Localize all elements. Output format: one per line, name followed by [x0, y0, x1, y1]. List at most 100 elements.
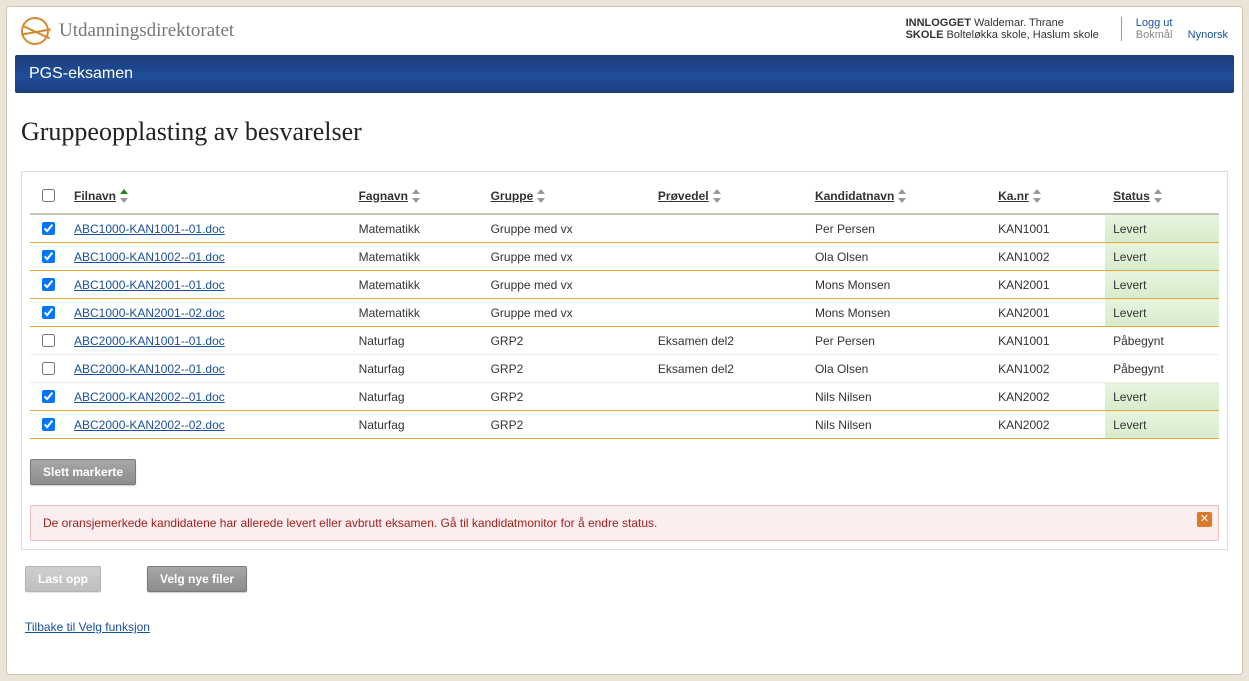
cell-part: [650, 214, 807, 243]
table-row: ABC1000-KAN2001--01.docMatematikkGruppe …: [30, 271, 1219, 299]
sort-icon: [537, 190, 545, 202]
app-title: PGS-eksamen: [29, 65, 133, 82]
cell-candidate: Mons Monsen: [807, 271, 990, 299]
row-checkbox[interactable]: [42, 306, 55, 319]
cell-candidate: Nils Nilsen: [807, 411, 990, 439]
cell-subject: Naturfag: [351, 411, 483, 439]
sort-icon: [120, 190, 128, 202]
table-row: ABC1000-KAN1001--01.doc MatematikkGruppe …: [30, 214, 1219, 243]
cell-status: Levert: [1105, 411, 1219, 439]
col-part[interactable]: Prøvedel: [650, 180, 807, 214]
cell-group: GRP2: [483, 411, 650, 439]
file-link[interactable]: ABC2000-KAN2002--01.doc: [74, 390, 225, 404]
col-status[interactable]: Status: [1105, 180, 1219, 214]
col-filename[interactable]: Filnavn: [66, 180, 351, 214]
col-subject[interactable]: Fagnavn: [351, 180, 483, 214]
cell-subject: Matematikk: [351, 271, 483, 299]
alert-text: De oransjemerkede kandidatene har allere…: [43, 516, 657, 530]
cell-status: Levert: [1105, 214, 1219, 243]
lang-current: Bokmål: [1136, 29, 1173, 41]
cell-group: GRP2: [483, 383, 650, 411]
table-buttons: Slett markerte: [30, 459, 1219, 485]
user-name: Waldemar. Thrane: [974, 17, 1064, 29]
cell-subject: Naturfag: [351, 383, 483, 411]
cell-status: Levert: [1105, 383, 1219, 411]
row-checkbox[interactable]: [42, 362, 55, 375]
delete-selected-button[interactable]: Slett markerte: [30, 459, 136, 485]
cell-candidate: Ola Olsen: [807, 243, 990, 271]
table-row: ABC2000-KAN2002--02.doc NaturfagGRP2 Nils …: [30, 411, 1219, 439]
row-checkbox[interactable]: [42, 222, 55, 235]
row-checkbox[interactable]: [42, 250, 55, 263]
table-panel: Filnavn Fagnavn Gruppe Prøvedel Kandidat…: [21, 171, 1228, 550]
cell-candno: KAN1002: [990, 243, 1105, 271]
cell-part: Eksamen del2: [650, 355, 807, 383]
table-row: ABC2000-KAN1002--01.docNaturfagGRP2Eksam…: [30, 355, 1219, 383]
col-candno[interactable]: Ka.nr: [990, 180, 1105, 214]
table-row: ABC1000-KAN2001--02.docMatematikkGruppe …: [30, 299, 1219, 327]
file-link[interactable]: ABC1000-KAN1001--01.doc: [74, 222, 225, 236]
cell-group: Gruppe med vx: [483, 214, 650, 243]
file-link[interactable]: ABC2000-KAN2002--02.doc: [74, 418, 225, 432]
cell-candno: KAN1001: [990, 214, 1105, 243]
cell-part: Eksamen del2: [650, 327, 807, 355]
cell-group: GRP2: [483, 355, 650, 383]
back-link[interactable]: Tilbake til Velg funksjon: [25, 620, 150, 634]
cell-candidate: Per Persen: [807, 214, 990, 243]
cell-subject: Matematikk: [351, 214, 483, 243]
cell-part: [650, 383, 807, 411]
col-candidate[interactable]: Kandidatnavn: [807, 180, 990, 214]
logo-icon: [21, 17, 49, 45]
select-all-checkbox[interactable]: [42, 189, 55, 202]
file-link[interactable]: ABC2000-KAN1002--01.doc: [74, 362, 225, 376]
site-header: Utdanningsdirektoratet INNLOGGET Waldema…: [7, 7, 1242, 47]
brand-logo: Utdanningsdirektoratet: [21, 17, 234, 45]
brand-name: Utdanningsdirektoratet: [59, 20, 234, 42]
sort-icon: [1033, 190, 1041, 202]
table-row: ABC2000-KAN2002--01.doc NaturfagGRP2 Nils …: [30, 383, 1219, 411]
table-header-row: Filnavn Fagnavn Gruppe Prøvedel Kandidat…: [30, 180, 1219, 214]
cell-part: [650, 271, 807, 299]
cell-candidate: Per Persen: [807, 327, 990, 355]
alert-close-button[interactable]: ✕: [1197, 512, 1212, 527]
cell-part: [650, 411, 807, 439]
cell-status: Påbegynt: [1105, 355, 1219, 383]
file-link[interactable]: ABC1000-KAN2001--02.doc: [74, 306, 225, 320]
cell-candidate: Mons Monsen: [807, 299, 990, 327]
cell-candno: KAN2001: [990, 271, 1105, 299]
cell-candno: KAN2002: [990, 411, 1105, 439]
choose-new-files-button[interactable]: Velg nye filer: [147, 566, 247, 592]
cell-candno: KAN2001: [990, 299, 1105, 327]
table-row: ABC1000-KAN1002--01.docMatematikkGruppe …: [30, 243, 1219, 271]
row-checkbox[interactable]: [42, 390, 55, 403]
row-checkbox[interactable]: [42, 334, 55, 347]
action-buttons: Last opp Velg nye filer: [25, 566, 1224, 592]
cell-candno: KAN1002: [990, 355, 1105, 383]
row-checkbox[interactable]: [42, 278, 55, 291]
page-heading: Gruppeopplasting av besvarelser: [21, 117, 1228, 147]
upload-button[interactable]: Last opp: [25, 566, 101, 592]
logged-in-label: INNLOGGET: [906, 17, 971, 29]
cell-group: Gruppe med vx: [483, 299, 650, 327]
sort-icon: [1154, 190, 1162, 202]
sort-icon: [898, 190, 906, 202]
file-link[interactable]: ABC1000-KAN2001--01.doc: [74, 278, 225, 292]
file-link[interactable]: ABC2000-KAN1001--01.doc: [74, 334, 225, 348]
cell-group: Gruppe med vx: [483, 243, 650, 271]
user-block: INNLOGGET Waldemar. Thrane SKOLE Boltelø…: [906, 17, 1099, 41]
cell-part: [650, 243, 807, 271]
col-group[interactable]: Gruppe: [483, 180, 650, 214]
cell-status: Levert: [1105, 243, 1219, 271]
link-block: Logg ut Bokmål Nynorsk: [1121, 17, 1228, 41]
app-frame: Utdanningsdirektoratet INNLOGGET Waldema…: [6, 6, 1243, 675]
cell-candidate: Nils Nilsen: [807, 383, 990, 411]
lang-switch-link[interactable]: Nynorsk: [1188, 29, 1228, 41]
cell-part: [650, 299, 807, 327]
file-link[interactable]: ABC1000-KAN1002--01.doc: [74, 250, 225, 264]
cell-subject: Naturfag: [351, 327, 483, 355]
row-checkbox[interactable]: [42, 418, 55, 431]
cell-candno: KAN1001: [990, 327, 1105, 355]
logout-link[interactable]: Logg ut: [1136, 17, 1173, 29]
sort-icon: [713, 190, 721, 202]
header-right: INNLOGGET Waldemar. Thrane SKOLE Boltelø…: [906, 17, 1228, 41]
